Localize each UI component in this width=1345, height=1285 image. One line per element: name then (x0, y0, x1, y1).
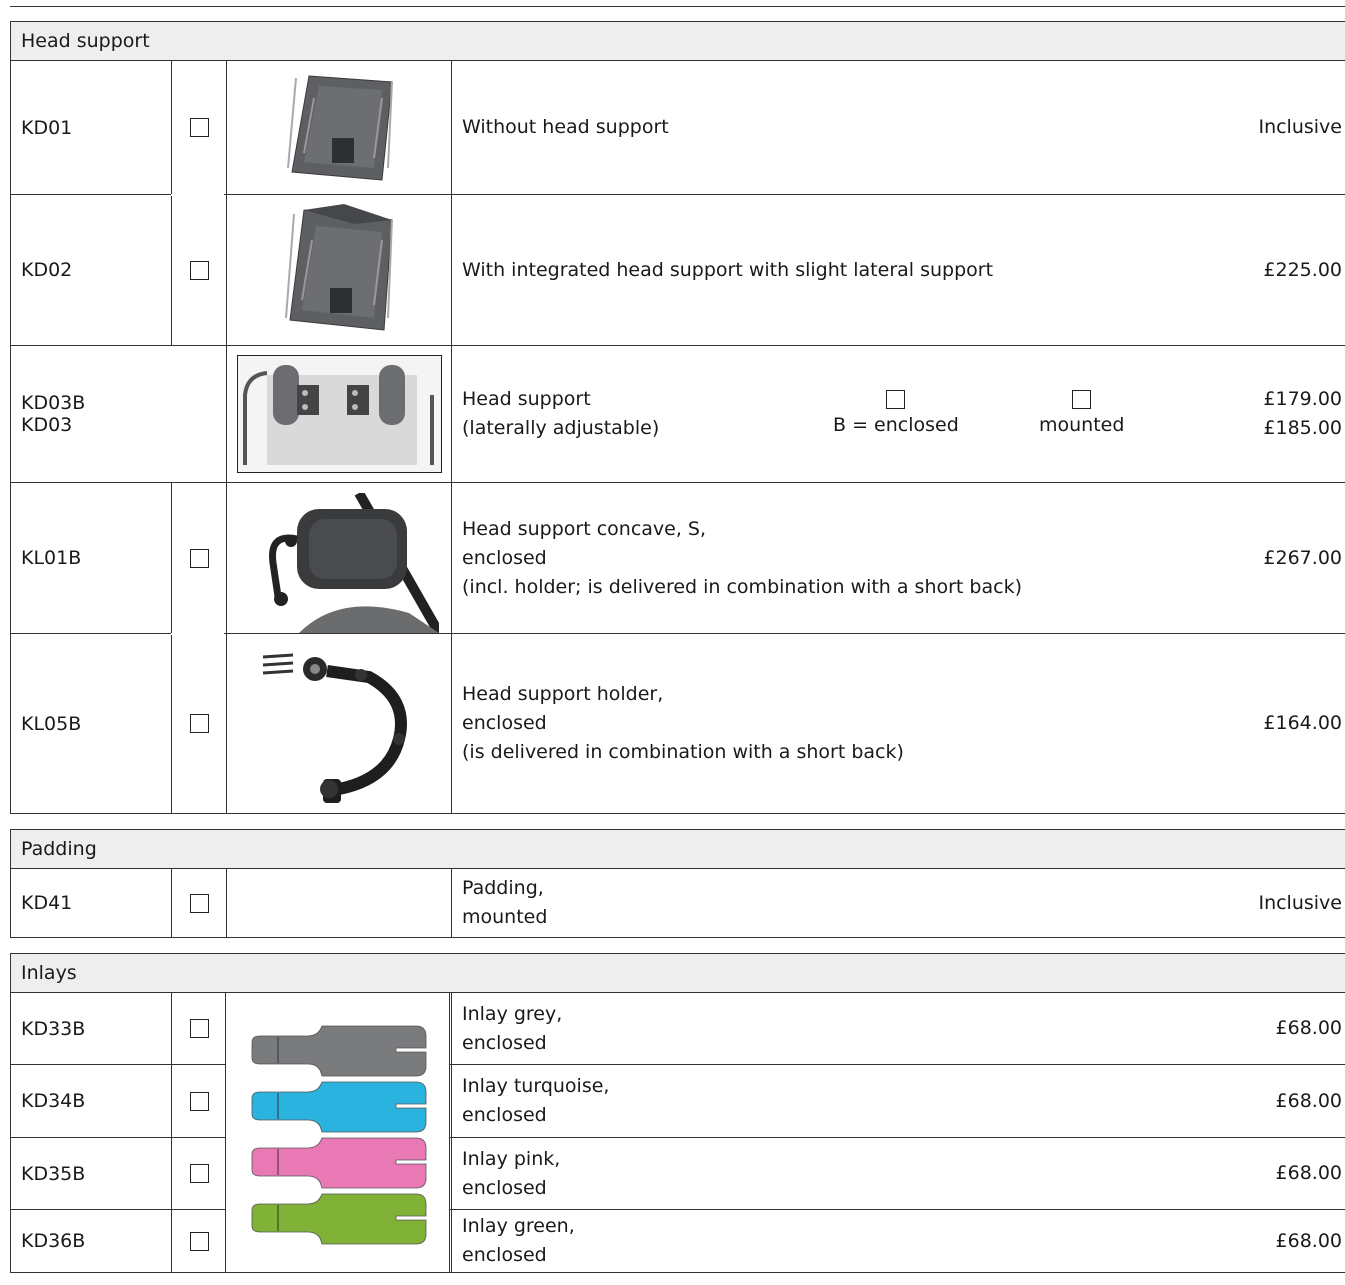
item-price: £185.00 (1263, 417, 1342, 439)
option-label: mounted (1039, 414, 1125, 436)
item-price: £68.00 (1275, 1089, 1342, 1112)
item-description: mounted (462, 906, 548, 928)
table-row: KD02 With integrated head support with s… (10, 195, 1345, 346)
table-row: KL01B Head support concave, S, enclosed … (10, 483, 1345, 634)
item-code: KD03B (21, 392, 86, 414)
section-title: Padding (21, 838, 97, 860)
select-checkbox-kd01[interactable] (189, 118, 209, 137)
select-checkbox-kl05b[interactable] (189, 714, 209, 733)
item-code: KL01B (21, 547, 82, 569)
item-price: £179.00 (1263, 388, 1342, 410)
top-rule (10, 6, 1345, 7)
option-label: B = enclosed (833, 414, 959, 436)
item-description: enclosed (462, 712, 547, 734)
item-price: £68.00 (1275, 1162, 1342, 1184)
item-code: KD01 (21, 116, 73, 139)
item-description: Inlay grey, (462, 1002, 563, 1025)
item-description: (incl. holder; is delivered in combinati… (462, 575, 1022, 598)
section-header-head-support: Head support (10, 21, 1345, 61)
option-enclosed-checkbox[interactable] (886, 390, 906, 409)
item-description: Head support holder, (462, 683, 664, 705)
item-description: Inlay pink, (462, 1147, 561, 1170)
select-checkbox-kl01b[interactable] (189, 548, 209, 568)
item-code: KD34B (21, 1090, 86, 1112)
lateral-head-support-image (236, 355, 442, 473)
select-checkbox-kd02[interactable] (189, 260, 209, 280)
section-title: Head support (21, 30, 150, 52)
item-description: enclosed (462, 546, 547, 569)
item-price: Inclusive (1258, 116, 1342, 138)
table-row: KD34B Inlay turquoise, enclosed £68.00 (10, 1065, 1345, 1138)
item-code: KD36B (21, 1230, 86, 1252)
item-description: enclosed (462, 1104, 547, 1126)
table-row: KD36B Inlay green, enclosed £68.00 (10, 1210, 1345, 1273)
inlays-image (251, 1025, 426, 1244)
item-description: (is delivered in combination with a shor… (462, 741, 904, 763)
inlays-image-cell (225, 993, 450, 1273)
item-price: £68.00 (1275, 1017, 1342, 1039)
section-title: Inlays (21, 962, 77, 984)
item-description: With integrated head support with slight… (462, 258, 994, 281)
concave-head-support-image (269, 493, 439, 633)
item-price: £164.00 (1263, 712, 1342, 734)
section-header-padding: Padding (10, 829, 1345, 869)
item-description: Padding, (462, 877, 544, 899)
back-plate-head-support-image (285, 204, 393, 331)
item-code: KD41 (21, 892, 73, 914)
select-checkbox-kd41[interactable] (189, 893, 209, 913)
table-row: KL05B Head support holder, enclosed (is … (10, 634, 1345, 814)
select-checkbox-kd33b[interactable] (189, 1019, 209, 1038)
item-code: KD33B (21, 1017, 86, 1040)
back-plate-image (287, 74, 393, 181)
select-checkbox-kd34b[interactable] (189, 1091, 209, 1111)
section-header-inlays: Inlays (10, 953, 1345, 993)
item-price: £225.00 (1263, 258, 1342, 281)
item-code: KD02 (21, 259, 73, 281)
item-code: KD35B (21, 1162, 86, 1185)
item-price: Inclusive (1258, 891, 1342, 914)
table-row: KD35B Inlay pink, enclosed £68.00 (10, 1138, 1345, 1210)
table-row: KD03B KD03 Head support (laterally adjus… (10, 346, 1345, 483)
select-checkbox-kd35b[interactable] (189, 1164, 209, 1183)
item-description: Without head support (462, 116, 669, 138)
table-row: KD41 Padding, mounted Inclusive (10, 869, 1345, 938)
item-price: £68.00 (1275, 1229, 1342, 1252)
item-description: Head support concave, S, (462, 517, 707, 540)
head-support-holder-image (262, 653, 407, 803)
table-row: KD33B Inlay grey, enclosed £68.00 (10, 993, 1345, 1065)
item-code: KL05B (21, 712, 82, 735)
select-checkbox-kd36b[interactable] (189, 1231, 209, 1251)
item-description: enclosed (462, 1176, 547, 1199)
item-description: enclosed (462, 1031, 547, 1054)
item-price: £267.00 (1263, 546, 1342, 569)
item-description: Inlay turquoise, (462, 1075, 610, 1097)
option-mounted-checkbox[interactable] (1072, 390, 1092, 409)
item-description: Inlay green, (462, 1215, 575, 1237)
item-code: KD03 (21, 414, 73, 436)
item-description: enclosed (462, 1244, 547, 1266)
table-row: KD01 Without head support Inclusive (10, 61, 1345, 195)
